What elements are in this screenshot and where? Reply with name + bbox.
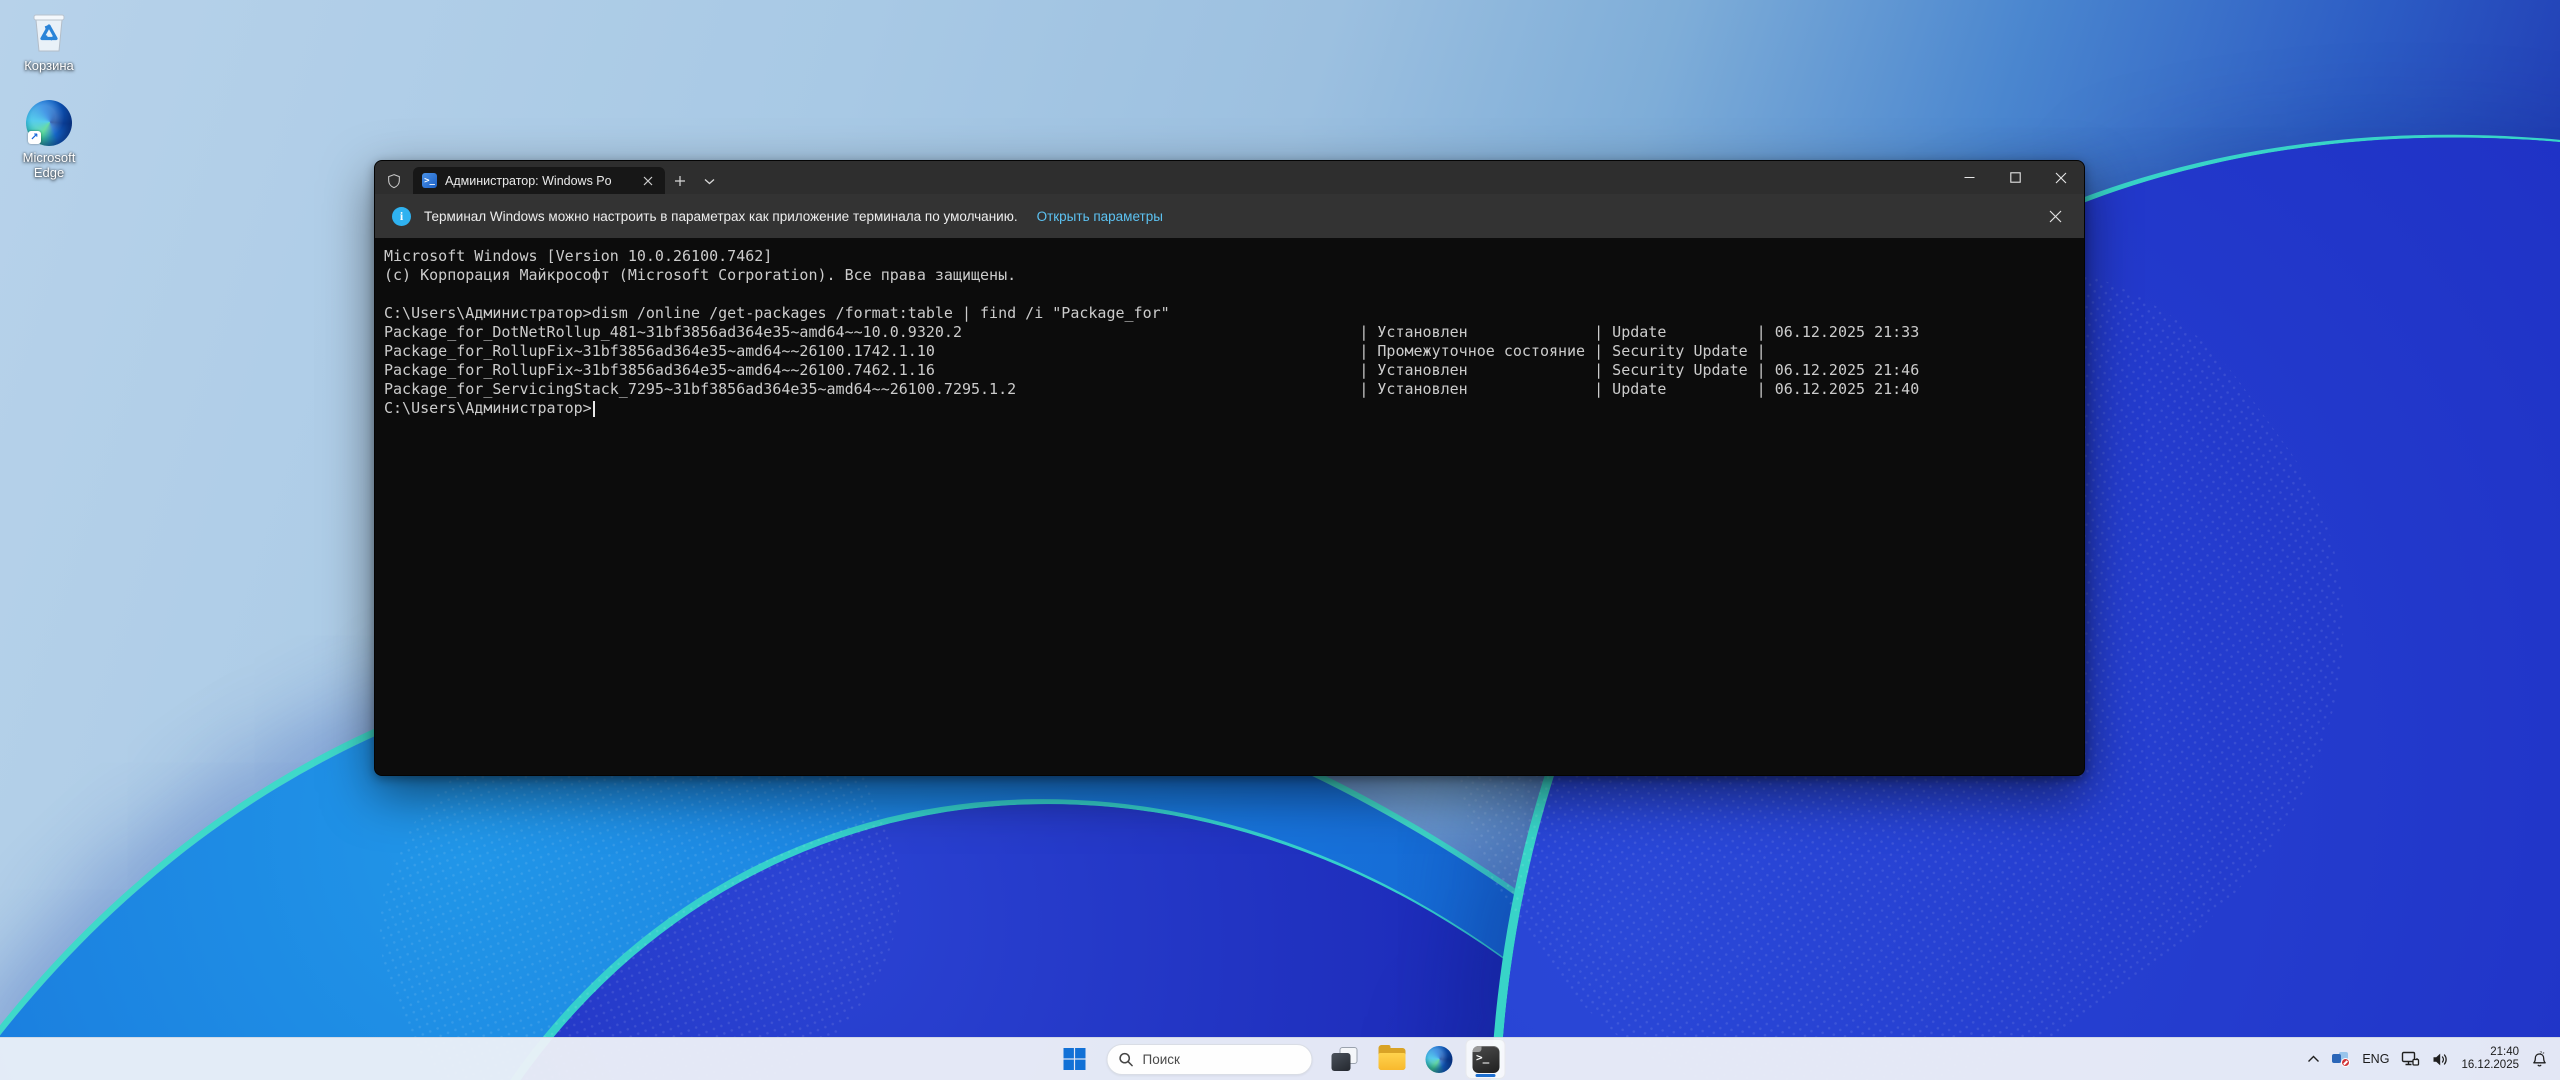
- device-status-icon[interactable]: [2332, 1051, 2350, 1067]
- admin-shield-icon: [375, 167, 413, 194]
- focus-assist-bell-icon[interactable]: z z: [2531, 1051, 2548, 1068]
- language-indicator[interactable]: ENG: [2362, 1052, 2389, 1066]
- desktop-wallpaper: Корзина ↗ Microsoft Edge >_ Администрато…: [0, 0, 2560, 1080]
- file-explorer-button[interactable]: [1372, 1039, 1412, 1079]
- search-box[interactable]: Поиск: [1107, 1044, 1313, 1075]
- edge-button[interactable]: [1419, 1039, 1459, 1079]
- tray-clock[interactable]: 21:40 16.12.2025: [2461, 1046, 2519, 1073]
- tab-close-icon[interactable]: [639, 172, 657, 190]
- default-terminal-banner: i Терминал Windows можно настроить в пар…: [375, 194, 2084, 238]
- folder-icon: [1378, 1048, 1405, 1070]
- windows-terminal-window: >_ Администратор: Windows Po: [374, 160, 2085, 776]
- open-settings-link[interactable]: Открыть параметры: [1037, 209, 1163, 224]
- network-icon[interactable]: [2401, 1051, 2420, 1068]
- tray-show-hidden-icons-button[interactable]: [2307, 1055, 2320, 1063]
- info-icon: i: [392, 207, 411, 226]
- close-window-button[interactable]: [2038, 161, 2084, 194]
- terminal-titlebar[interactable]: >_ Администратор: Windows Po: [375, 161, 2084, 194]
- maximize-button[interactable]: [1992, 161, 2038, 194]
- terminal-content[interactable]: Microsoft Windows [Version 10.0.26100.74…: [375, 238, 2084, 775]
- desktop-icon-microsoft-edge[interactable]: ↗ Microsoft Edge: [6, 100, 92, 180]
- start-icon: [1063, 1047, 1087, 1071]
- search-placeholder: Поиск: [1143, 1052, 1180, 1067]
- shortcut-arrow-icon: ↗: [28, 131, 41, 144]
- svg-text:z: z: [2543, 1051, 2545, 1055]
- volume-icon[interactable]: [2432, 1052, 2449, 1067]
- terminal-output: Microsoft Windows [Version 10.0.26100.74…: [384, 247, 2084, 399]
- recycle-bin-icon: [27, 8, 71, 54]
- tab-title: Администратор: Windows Po: [445, 174, 631, 188]
- task-view-icon: [1332, 1047, 1358, 1071]
- edge-icon: [1425, 1046, 1452, 1073]
- search-icon: [1119, 1052, 1134, 1067]
- banner-text: Терминал Windows можно настроить в парам…: [424, 209, 1018, 224]
- tray-date: 16.12.2025: [2461, 1059, 2519, 1073]
- tray-time: 21:40: [2461, 1046, 2519, 1060]
- terminal-cursor: [593, 401, 595, 417]
- taskbar: Поиск >_ ENG: [0, 1037, 2560, 1080]
- terminal-button[interactable]: >_: [1466, 1039, 1506, 1079]
- desktop-icon-label: Microsoft Edge: [23, 150, 76, 180]
- terminal-icon: >_: [1472, 1046, 1499, 1073]
- terminal-prompt: C:\Users\Администратор>: [384, 399, 592, 418]
- banner-close-icon[interactable]: [2049, 210, 2062, 223]
- terminal-tab[interactable]: >_ Администратор: Windows Po: [413, 167, 665, 194]
- task-view-button[interactable]: [1325, 1039, 1365, 1079]
- desktop-icon-label: Корзина: [24, 58, 74, 73]
- start-button[interactable]: [1055, 1039, 1095, 1079]
- powershell-icon: >_: [422, 173, 437, 188]
- tab-dropdown-button[interactable]: [695, 168, 723, 194]
- new-tab-button[interactable]: [665, 168, 695, 194]
- edge-icon: ↗: [26, 100, 72, 146]
- desktop-icon-recycle-bin[interactable]: Корзина: [6, 8, 92, 73]
- minimize-button[interactable]: [1946, 161, 1992, 194]
